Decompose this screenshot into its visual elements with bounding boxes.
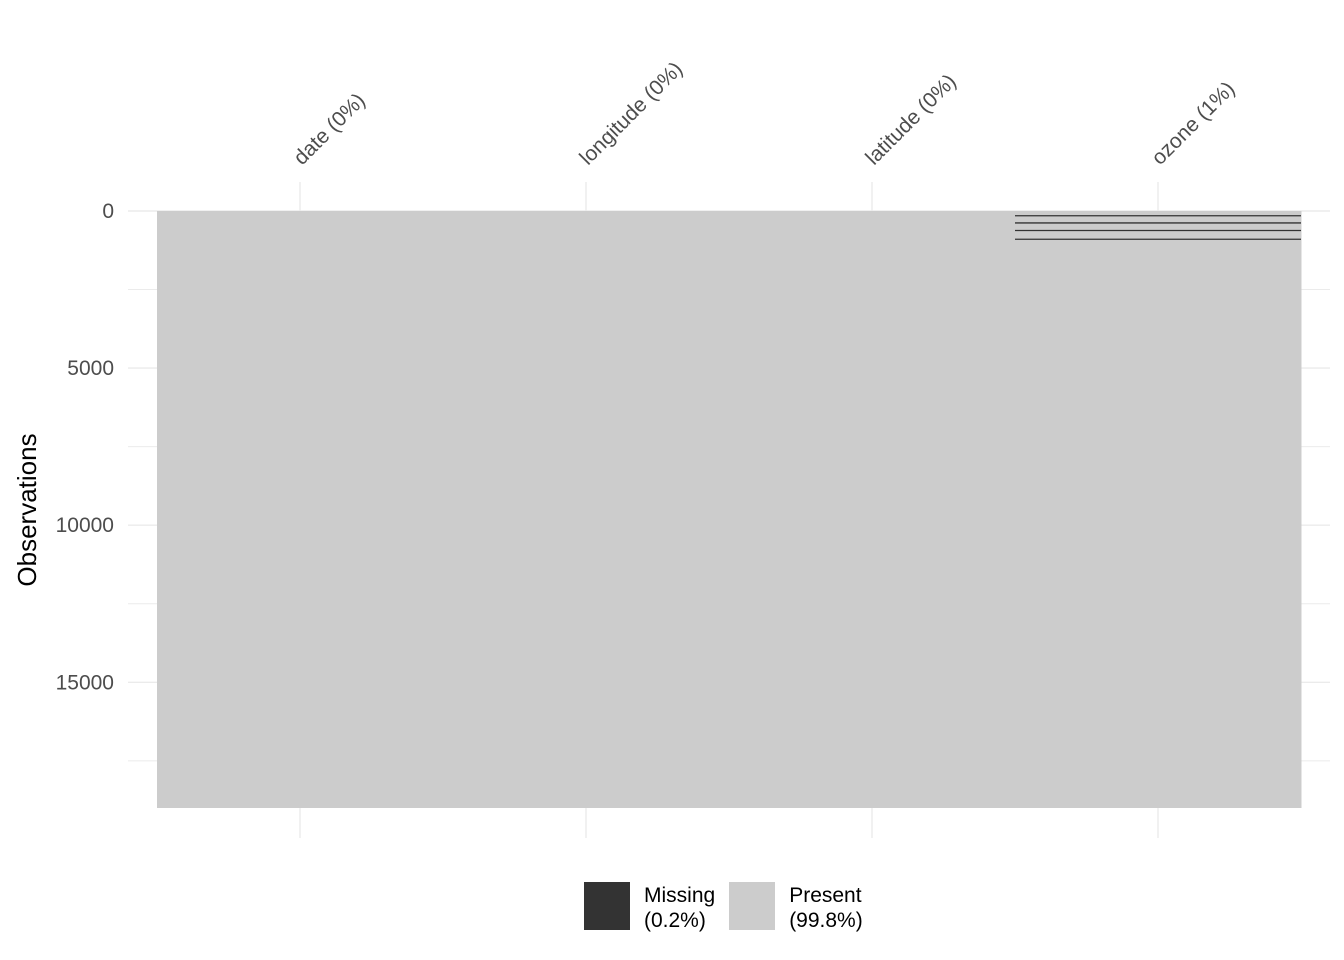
column-tile: [157, 211, 444, 808]
column-tile: [1015, 211, 1302, 808]
legend-swatch-missing: [584, 882, 630, 930]
column-tile: [729, 211, 1016, 808]
legend-swatch-present: [729, 882, 776, 930]
y-axis-label: Observations: [12, 433, 42, 586]
missingness-chart: 0 5000 10000 15000 date (0%) longitude (0%) l…: [12, 58, 1330, 838]
legend: Missing (0.2%) Present (99.8%): [584, 882, 877, 933]
y-tick-label: 0: [102, 200, 114, 223]
legend-label-present: Present: [789, 884, 862, 907]
x-tick-label: ozone (1%): [1147, 77, 1239, 169]
y-tick-label: 5000: [67, 357, 114, 380]
x-tick-label: latitude (0%): [861, 70, 961, 170]
legend-pct-present: (99.8%): [789, 909, 863, 932]
y-tick-label: 15000: [56, 671, 114, 694]
x-tick-label: longitude (0%): [575, 58, 687, 170]
x-tick-label: date (0%): [289, 89, 370, 170]
legend-pct-missing: (0.2%): [644, 909, 706, 932]
column-tile: [443, 211, 730, 808]
y-tick-label: 10000: [56, 514, 114, 537]
legend-label-missing: Missing: [644, 884, 716, 907]
column-tiles: [157, 211, 1302, 808]
legend-item-present: Present (99.8%): [729, 882, 863, 933]
x-tick-labels: date (0%) longitude (0%) latitude (0%) ozon…: [289, 58, 1239, 170]
legend-item-missing: Missing (0.2%): [584, 882, 715, 933]
y-tick-labels: 0 5000 10000 15000: [56, 200, 114, 694]
